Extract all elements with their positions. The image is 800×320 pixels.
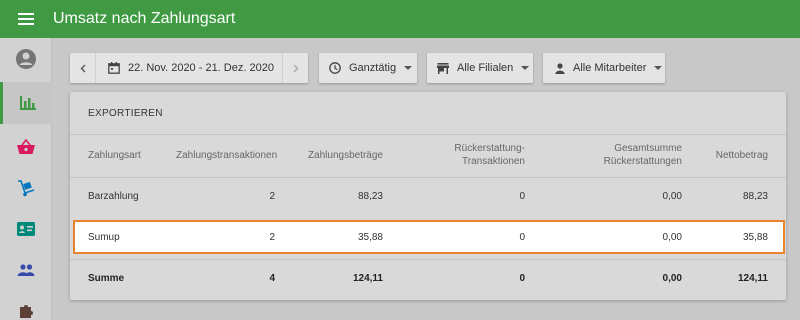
date-range-button[interactable]: 22. Nov. 2020 - 21. Dez. 2020 <box>96 62 282 74</box>
sidebar-item-products[interactable] <box>0 167 52 209</box>
divider <box>70 134 786 135</box>
caret-down-icon <box>521 66 530 70</box>
clock-icon <box>329 62 341 74</box>
time-filter-dropdown[interactable]: Ganztätig <box>319 53 417 83</box>
total-refund-transactions: 0 <box>519 273 525 284</box>
sidebar-item-employees[interactable] <box>0 249 52 291</box>
branch-filter-label: Alle Filialen <box>457 62 514 74</box>
column-header-net: Nettobetrag <box>715 150 768 161</box>
column-header-line: Gesamtsumme <box>614 143 682 154</box>
cell-refund-total: 0,00 <box>662 232 682 243</box>
store-icon <box>437 62 449 74</box>
total-transactions: 4 <box>269 273 275 284</box>
page-title: Umsatz nach Zahlungsart <box>53 10 236 27</box>
column-header-amounts: Zahlungsbeträge <box>307 150 383 161</box>
cell-refund-transactions: 0 <box>519 191 525 202</box>
column-header-transactions: Zahlungstransaktionen <box>176 150 278 161</box>
cell-transactions: 2 <box>269 232 275 243</box>
branch-filter-dropdown[interactable]: Alle Filialen <box>427 53 533 83</box>
sidebar-item-extensions[interactable] <box>0 290 52 320</box>
date-range-picker: 22. Nov. 2020 - 21. Dez. 2020 <box>70 53 308 83</box>
sidebar-item-account[interactable] <box>0 38 52 80</box>
caret-down-icon <box>404 66 413 70</box>
export-button[interactable]: EXPORTIEREN <box>88 108 163 119</box>
next-period-button[interactable] <box>282 53 308 83</box>
caret-down-icon <box>654 66 663 70</box>
employee-filter-label: Alle Mitarbeiter <box>573 62 647 74</box>
time-filter-label: Ganztätig <box>349 62 397 74</box>
menu-icon <box>18 13 34 25</box>
menu-button[interactable] <box>0 0 52 38</box>
total-refund-total: 0,00 <box>662 273 682 284</box>
cell-net: 88,23 <box>742 191 768 202</box>
person-icon <box>555 62 565 74</box>
account-circle-icon <box>16 49 36 69</box>
sidebar-item-reports[interactable] <box>0 82 52 124</box>
employee-filter-dropdown[interactable]: Alle Mitarbeiter <box>543 53 665 83</box>
column-header-line: Transaktionen <box>462 156 525 167</box>
shopping-basket-icon <box>17 138 35 154</box>
cell-payment-method: Barzahlung <box>88 191 139 202</box>
calendar-icon <box>108 62 120 74</box>
column-header-refund-total: Gesamtsumme Rückerstattungen <box>560 142 682 168</box>
chevron-left-icon <box>80 64 85 72</box>
column-header-payment-method: Zahlungsart <box>88 150 141 161</box>
people-icon <box>17 264 35 276</box>
chevron-right-icon <box>293 64 298 72</box>
dolly-icon <box>18 180 35 197</box>
cell-net: 35,88 <box>742 232 768 243</box>
puzzle-icon <box>20 305 33 318</box>
sidebar-item-sales[interactable] <box>0 125 52 167</box>
column-header-line: Rückerstattung- <box>454 143 525 154</box>
payment-report-card: EXPORTIEREN Zahlungsart Zahlungstransakt… <box>70 92 786 300</box>
cell-transactions: 2 <box>269 191 275 202</box>
divider <box>70 177 786 178</box>
cell-refund-total: 0,00 <box>662 191 682 202</box>
app-bar: Umsatz nach Zahlungsart <box>0 0 800 38</box>
sidebar <box>0 38 52 320</box>
cell-refund-transactions: 0 <box>519 232 525 243</box>
contact-card-icon <box>17 222 35 236</box>
cell-amount: 35,88 <box>357 232 383 243</box>
column-header-refund-transactions: Rückerstattung- Transaktionen <box>410 142 525 168</box>
total-amount: 124,11 <box>352 273 383 284</box>
date-range-label: 22. Nov. 2020 - 21. Dez. 2020 <box>128 62 274 74</box>
bar-chart-icon <box>19 96 36 110</box>
divider <box>70 259 786 260</box>
sidebar-item-customers[interactable] <box>0 208 52 250</box>
column-header-line: Rückerstattungen <box>603 156 682 167</box>
total-label: Summe <box>88 273 125 284</box>
previous-period-button[interactable] <box>70 53 96 83</box>
cell-amount: 88,23 <box>357 191 383 202</box>
total-net: 124,11 <box>737 273 768 284</box>
cell-payment-method: Sumup <box>88 232 120 243</box>
